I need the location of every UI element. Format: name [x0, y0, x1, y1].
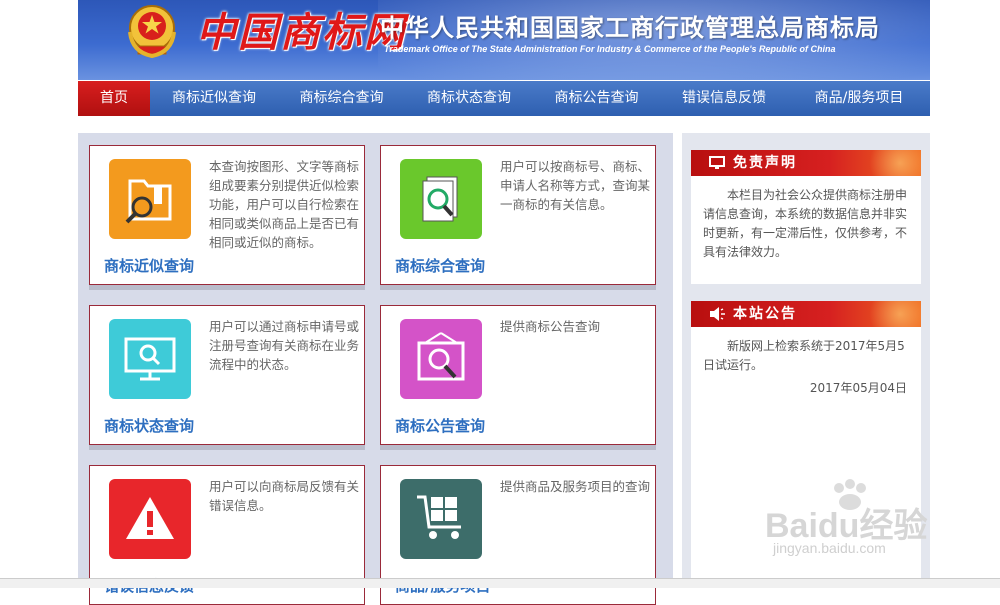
speaker-icon — [710, 307, 725, 321]
main-nav: 首页 商标近似查询 商标综合查询 商标状态查询 商标公告查询 错误信息反馈 商品… — [78, 81, 930, 116]
header-decoration — [851, 301, 921, 327]
office-subtitle: Trademark Office of The State Administra… — [384, 44, 836, 54]
baidu-watermark: Baidu经验 jingyan.baidu.com — [765, 478, 965, 568]
main-panel: 商标近似查询 本查询按图形、文字等商标组成要素分别提供近似检索功能，用户可以自行… — [78, 133, 673, 605]
card-announcement-search[interactable]: 商标公告查询 提供商标公告查询 — [380, 305, 656, 445]
nav-home[interactable]: 首页 — [78, 81, 150, 116]
nav-announcement-search[interactable]: 商标公告查询 — [533, 81, 660, 116]
office-title: 中华人民共和国国家工商行政管理总局商标局 — [380, 14, 880, 42]
notice-header: 本站公告 — [691, 301, 921, 327]
card-comprehensive-search[interactable]: 商标综合查询 用户可以按商标号、商标、申请人名称等方式，查询某一商标的有关信息。 — [380, 145, 656, 285]
card-description: 用户可以向商标局反馈有关错误信息。 — [209, 479, 360, 513]
card-description: 提供商品及服务项目的查询 — [500, 479, 651, 494]
monitor-icon — [709, 156, 725, 169]
card-similar-search[interactable]: 商标近似查询 本查询按图形、文字等商标组成要素分别提供近似检索功能，用户可以自行… — [89, 145, 365, 285]
card-description: 用户可以通过商标申请号或注册号查询有关商标在业务流程中的状态。 — [209, 319, 360, 372]
nav-error-feedback[interactable]: 错误信息反馈 — [660, 81, 788, 116]
notice-body: 新版网上检索系统于2017年5月5日试运行。 2017年05月04日 — [691, 327, 921, 408]
card-status-search[interactable]: 商标状态查询 用户可以通过商标申请号或注册号查询有关商标在业务流程中的状态。 — [89, 305, 365, 445]
site-logo-text[interactable]: 中国商标网 — [196, 0, 406, 58]
notice-title: 本站公告 — [733, 306, 797, 322]
header-decoration — [851, 150, 921, 176]
watermark-url: jingyan.baidu.com — [773, 540, 886, 556]
card-description: 用户可以按商标号、商标、申请人名称等方式，查询某一商标的有关信息。 — [500, 159, 651, 212]
disclaimer-text: 本栏目为社会公众提供商标注册申请信息查询，本系统的数据信息并非实时更新，有一定滞… — [703, 188, 908, 259]
nav-status-search[interactable]: 商标状态查询 — [405, 81, 533, 116]
warning-icon[interactable] — [109, 479, 191, 559]
frame-search-icon[interactable] — [400, 319, 482, 399]
monitor-search-icon[interactable] — [109, 319, 191, 399]
document-search-icon[interactable] — [400, 159, 482, 239]
disclaimer-header: 免责声明 — [691, 150, 921, 176]
nav-goods-services[interactable]: 商品/服务项目 — [788, 81, 930, 116]
disclaimer-box: 免责声明 本栏目为社会公众提供商标注册申请信息查询，本系统的数据信息并非实时更新… — [691, 150, 921, 284]
card-title[interactable]: 商标近似查询 — [104, 255, 194, 276]
site-header: 中国商标网 中华人民共和国国家工商行政管理总局商标局 Trademark Off… — [78, 0, 930, 80]
card-description: 本查询按图形、文字等商标组成要素分别提供近似检索功能，用户可以自行检索在相同或类… — [209, 159, 360, 250]
nav-comprehensive-search[interactable]: 商标综合查询 — [278, 81, 405, 116]
card-title[interactable]: 商标公告查询 — [395, 415, 485, 436]
cart-icon[interactable] — [400, 479, 482, 559]
card-title[interactable]: 商标综合查询 — [395, 255, 485, 276]
national-emblem-icon — [128, 5, 176, 59]
folder-search-icon[interactable] — [109, 159, 191, 239]
disclaimer-title: 免责声明 — [733, 155, 797, 171]
nav-similar-search[interactable]: 商标近似查询 — [150, 81, 278, 116]
card-title[interactable]: 商标状态查询 — [104, 415, 194, 436]
notice-date: 2017年05月04日 — [809, 381, 907, 395]
card-description: 提供商标公告查询 — [500, 319, 601, 334]
notice-item-link[interactable]: 新版网上检索系统于2017年5月5日试运行。 — [703, 337, 909, 375]
